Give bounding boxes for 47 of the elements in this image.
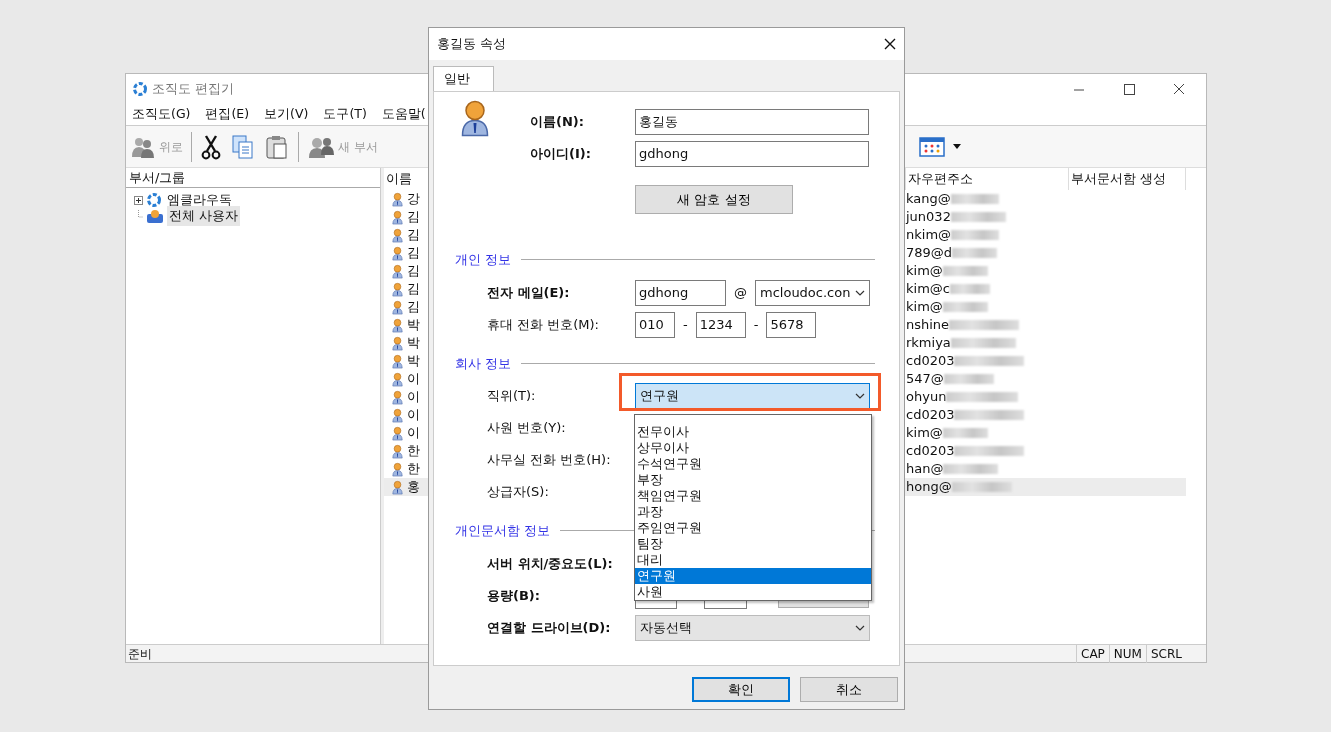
column-header: 부서/그룹 <box>129 168 186 187</box>
window-title: 조직도 편집기 <box>152 80 235 99</box>
section-title: 회사 정보 <box>455 354 512 373</box>
field-label: 용량(B): <box>487 586 541 605</box>
dash-separator: - <box>753 315 759 334</box>
section-title: 개인문서함 정보 <box>455 522 551 540</box>
dialog-title: 홍길동 속성 <box>437 35 507 54</box>
email-text: 789@d <box>906 244 953 263</box>
field-label: 연결할 드라이브(D): <box>487 618 612 637</box>
email-text: han@ <box>906 460 944 479</box>
field-label: 전자 메일(E): <box>487 283 571 302</box>
at-sign: @ <box>734 283 747 302</box>
email-text: kang@ <box>906 190 951 209</box>
field-label: 상급자(S): <box>487 483 550 502</box>
field-label: 직위(T): <box>487 387 537 406</box>
select-value: 연구원 <box>640 387 679 406</box>
email-text: kim@ <box>906 424 943 443</box>
email-text: rkmiya <box>906 334 951 353</box>
field-label: 아이디(I): <box>530 145 592 164</box>
email-text: cd0203 <box>906 442 955 461</box>
status-indicator: NUM <box>1108 644 1146 663</box>
section-title: 개인 정보 <box>455 251 512 269</box>
email-text: kim@ <box>906 262 943 281</box>
field-label: 서버 위치/중요도(L): <box>487 554 614 573</box>
column-header: 부서문서함 생성 <box>1071 170 1167 189</box>
field-label: 이름(N): <box>530 113 585 132</box>
column-header: 이름 <box>386 170 412 189</box>
status-indicator: CAP <box>1076 644 1109 663</box>
email-text: nkim@ <box>906 226 952 245</box>
dash-separator: - <box>683 315 688 334</box>
field-label: 사원 번호(Y): <box>487 419 567 438</box>
field-label: 사무실 전화 번호(H): <box>487 451 612 470</box>
email-text: ohyun <box>906 388 947 407</box>
column-header: 자우편주소 <box>908 170 973 189</box>
email-text: cd0203 <box>906 406 955 425</box>
field-label: 휴대 전화 번호(M): <box>487 315 600 334</box>
status-indicator: SCRL <box>1145 644 1186 663</box>
email-text: cd0203 <box>906 352 955 371</box>
select-value: mcloudoc.con <box>760 283 851 302</box>
status-text: 준비 <box>128 645 152 663</box>
email-text: nshine <box>906 316 950 335</box>
email-text: 547@ <box>906 370 944 389</box>
email-text: jun032 <box>906 208 951 227</box>
select-value: 자동선택 <box>640 618 692 637</box>
email-text: kim@c <box>906 280 950 299</box>
email-text: hong@ <box>906 478 952 497</box>
email-text: kim@ <box>906 298 943 317</box>
